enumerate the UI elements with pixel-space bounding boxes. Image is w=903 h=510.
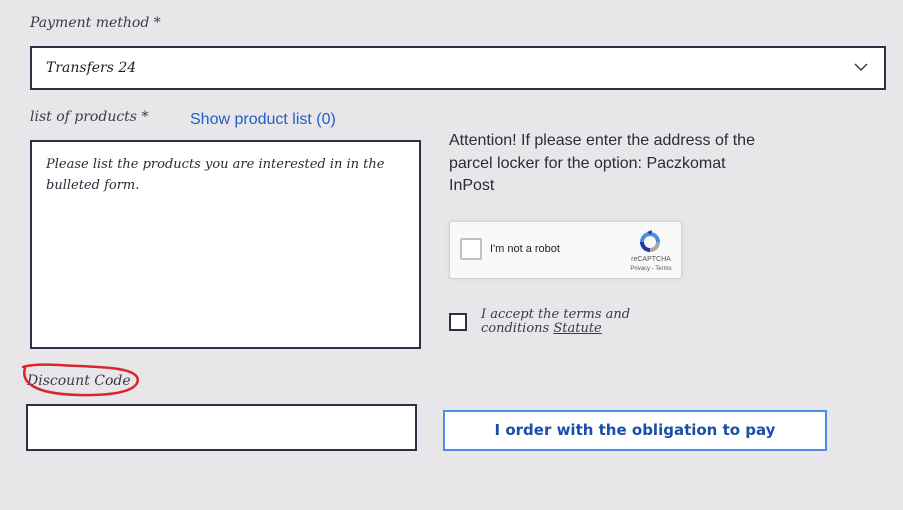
recaptcha-links[interactable]: Privacy - Terms <box>626 266 676 272</box>
recaptcha-logo-icon <box>640 230 660 252</box>
statute-link[interactable]: Statute <box>553 321 601 336</box>
chevron-down-icon <box>854 63 868 72</box>
red-annotation-oval <box>21 363 139 397</box>
products-label: list of products * <box>30 109 149 125</box>
attention-text: Attention! If please enter the address o… <box>449 132 755 194</box>
products-placeholder: Please list the products you are interes… <box>46 157 385 193</box>
recaptcha-checkbox[interactable] <box>460 238 482 260</box>
terms-checkbox[interactable] <box>449 313 467 331</box>
recaptcha-widget: I'm not a robot reCAPTCHA Privacy - Term… <box>449 221 682 279</box>
products-textarea[interactable]: Please list the products you are interes… <box>30 140 421 349</box>
payment-method-label: Payment method * <box>30 15 161 31</box>
discount-code-input[interactable] <box>26 404 417 451</box>
show-product-list-link[interactable]: Show product list (0) <box>190 111 336 129</box>
recaptcha-label: I'm not a robot <box>490 243 560 255</box>
recaptcha-brand: reCAPTCHA <box>631 256 671 263</box>
terms-text: I accept the terms and conditions Statut… <box>481 308 651 336</box>
order-button[interactable]: I order with the obligation to pay <box>443 410 827 451</box>
payment-method-select[interactable]: Transfers 24 <box>30 46 886 90</box>
payment-method-value: Transfers 24 <box>46 60 137 76</box>
